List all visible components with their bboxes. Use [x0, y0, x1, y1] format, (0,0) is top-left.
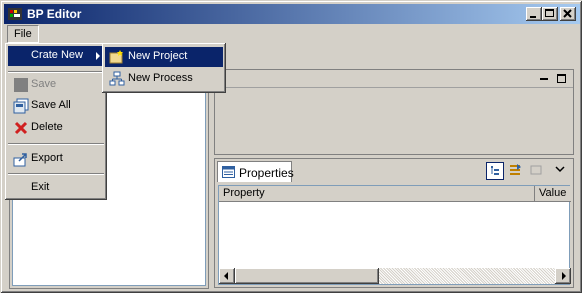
menu-item-new-process[interactable]: New Process: [105, 69, 223, 89]
scroll-right-button[interactable]: [555, 268, 571, 284]
column-header-value[interactable]: Value: [535, 186, 571, 202]
menu-bar: File: [4, 25, 580, 44]
minimize-button[interactable]: [526, 7, 542, 21]
arrow-left-icon: [224, 272, 228, 280]
menu-item-label: Exit: [31, 181, 50, 193]
menu-separator: [8, 71, 104, 73]
menu-separator: [8, 143, 104, 145]
scrollbar-thumb[interactable]: [235, 268, 379, 284]
menu-file[interactable]: File: [7, 25, 39, 43]
app-window: BP Editor File Properties Property Value…: [0, 0, 582, 293]
menu-item-label: Crate New: [31, 49, 83, 61]
minimize-view-icon[interactable]: [539, 73, 550, 84]
menu-item-export[interactable]: Export: [8, 149, 104, 169]
maximize-view-icon[interactable]: [556, 73, 567, 84]
delete-icon: [14, 121, 28, 135]
export-icon: [13, 153, 27, 167]
horizontal-scrollbar[interactable]: [219, 268, 571, 284]
window-title: BP Editor: [27, 7, 82, 21]
menu-item-label: New Process: [128, 72, 193, 84]
menu-item-label: Save: [31, 78, 57, 90]
column-header-property[interactable]: Property: [219, 186, 535, 202]
scrollbar-track[interactable]: [379, 268, 555, 284]
scroll-left-button[interactable]: [219, 268, 235, 284]
menu-item-save[interactable]: Save: [8, 75, 104, 95]
minimize-icon: [530, 16, 536, 18]
menu-item-label: Save All: [31, 99, 71, 111]
properties-icon: [222, 166, 235, 178]
menu-item-label: New Project: [128, 50, 188, 62]
menu-separator: [8, 173, 104, 175]
menu-item-create-new[interactable]: Crate New: [8, 46, 104, 66]
close-icon: [563, 9, 572, 18]
view-menu-button[interactable]: [552, 162, 570, 180]
save-icon: [14, 78, 28, 92]
editor-panel-header: [215, 70, 573, 88]
show-categories-button[interactable]: [486, 162, 504, 180]
menu-item-label: Export: [31, 152, 63, 164]
tab-properties[interactable]: Properties: [217, 161, 294, 182]
maximize-button[interactable]: [542, 7, 558, 21]
menu-item-save-all[interactable]: Save All: [8, 96, 104, 116]
menu-item-new-project[interactable]: New Project: [105, 47, 223, 67]
file-menu-dropdown: Crate New Save Save All Delete Export Ex…: [5, 43, 107, 200]
submenu-arrow-icon: [96, 52, 100, 60]
properties-table: Property Value: [218, 185, 571, 285]
title-bar[interactable]: BP Editor: [4, 4, 580, 24]
menu-item-label: Delete: [31, 121, 63, 133]
restore-default-icon: [530, 165, 542, 175]
properties-tab-label: Properties: [239, 166, 294, 180]
menu-item-exit[interactable]: Exit: [8, 178, 104, 198]
properties-view: Properties Property Value: [214, 158, 574, 288]
close-button[interactable]: [560, 7, 576, 21]
new-project-icon: [109, 50, 123, 64]
show-advanced-button[interactable]: [507, 162, 525, 180]
menu-item-delete[interactable]: Delete: [8, 118, 104, 138]
restore-default-button[interactable]: [528, 162, 546, 180]
app-icon: [8, 8, 22, 20]
arrow-right-icon: [562, 272, 566, 280]
save-all-icon: [13, 98, 29, 114]
chevron-down-icon: [555, 166, 565, 173]
editor-panel: [214, 69, 574, 155]
maximize-icon: [545, 9, 554, 17]
new-process-icon: [109, 71, 125, 86]
filter-icon: [510, 164, 521, 175]
create-new-submenu: New Project New Process: [102, 43, 226, 93]
tree-icon: [491, 166, 499, 175]
